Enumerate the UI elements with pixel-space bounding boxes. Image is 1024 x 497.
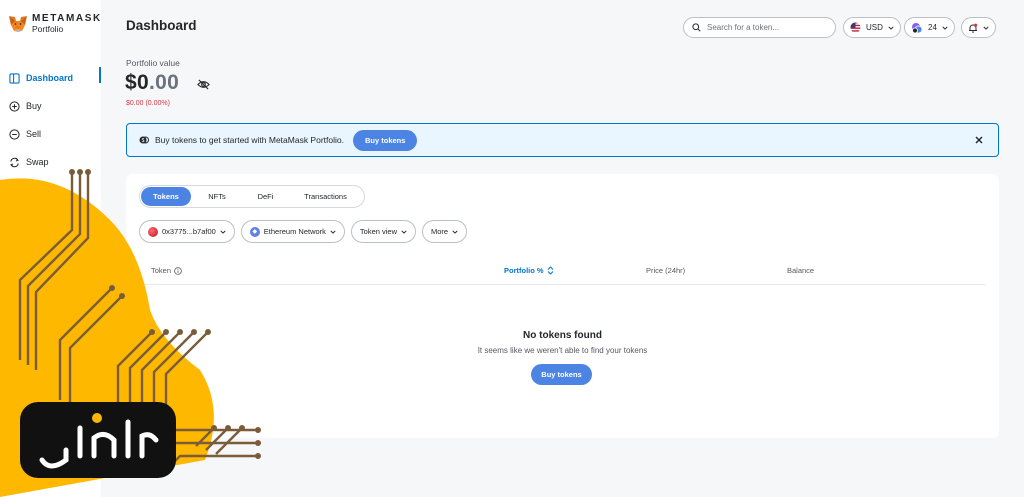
chevron-down-icon (220, 230, 226, 234)
filter-bar: 0x3775...b7af00 ◆ Ethereum Network Token… (139, 220, 468, 243)
sidebar-item-buy[interactable]: Buy (0, 92, 101, 120)
brand-name: METAMASK (32, 13, 102, 24)
bell-icon (969, 23, 978, 33)
portfolio-value-decimals: .00 (148, 71, 180, 94)
network-stack-icon (912, 22, 923, 33)
network-count: 24 (928, 23, 937, 32)
chevron-down-icon (888, 26, 894, 30)
info-icon[interactable] (174, 266, 182, 275)
coins-icon: $ (139, 136, 149, 144)
swap-icon (10, 157, 19, 167)
portfolio-value: $0.00 (125, 71, 179, 95)
currency-label: USD (866, 23, 883, 32)
tab-nfts[interactable]: NFTs (191, 187, 243, 206)
dashboard-icon (9, 72, 20, 84)
sidebar-item-bridge[interactable]: Bridge (0, 176, 101, 204)
search-icon (692, 23, 701, 32)
sidebar-nav: Dashboard Buy Sell Swap Bridge (0, 64, 101, 204)
empty-state-subtitle: It seems like we weren't able to find yo… (477, 346, 648, 355)
sidebar-item-label: Bridge (26, 185, 53, 195)
token-search[interactable] (683, 17, 836, 38)
column-price[interactable]: Price (24hr) (646, 266, 685, 275)
currency-selector[interactable]: USD (843, 17, 901, 38)
empty-buy-tokens-button[interactable]: Buy tokens (531, 364, 592, 385)
ethereum-icon: ◆ (249, 226, 260, 237)
chevron-down-icon (330, 230, 336, 234)
column-portfolio-label: Portfolio % (504, 266, 544, 275)
tab-tokens[interactable]: Tokens (141, 187, 191, 206)
portfolio-value-label: Portfolio value (126, 58, 180, 68)
account-filter[interactable]: 0x3775...b7af00 (139, 220, 235, 243)
banner-buy-tokens-button[interactable]: Buy tokens (352, 129, 418, 151)
chevron-down-icon (452, 230, 458, 234)
us-flag-icon (850, 22, 861, 33)
portfolio-value-main: $0 (125, 71, 149, 94)
portfolio-change: $0.00 (0.00%) (126, 100, 170, 107)
banner-text: Buy tokens to get started with MetaMask … (155, 135, 344, 145)
column-balance[interactable]: Balance (787, 266, 814, 275)
brand-logo[interactable]: METAMASK Portfolio (8, 14, 102, 34)
table-header: Token Portfolio % Price (24hr) Balance (140, 263, 986, 285)
assets-card: Tokens NFTs DeFi Transactions 0x3775...b… (126, 174, 999, 438)
sidebar-item-swap[interactable]: Swap (0, 148, 101, 176)
sidebar-item-dashboard[interactable]: Dashboard (0, 64, 101, 92)
notifications-button[interactable] (961, 17, 996, 38)
column-portfolio-percent[interactable]: Portfolio % (504, 266, 554, 275)
sidebar-item-label: Sell (26, 129, 42, 139)
empty-state-title: No tokens found (523, 330, 602, 341)
sidebar-item-sell[interactable]: Sell (0, 120, 101, 148)
brand-subtitle: Portfolio (32, 24, 64, 34)
column-price-label: Price (24hr) (646, 266, 686, 275)
metamask-fox-icon (9, 15, 27, 32)
sidebar-item-label: Swap (26, 157, 49, 167)
token-view-label: Token view (359, 227, 398, 236)
chevron-down-icon (983, 26, 989, 30)
asset-tabs: Tokens NFTs DeFi Transactions (139, 185, 365, 208)
column-balance-label: Balance (787, 266, 815, 275)
chevron-down-icon (401, 230, 407, 234)
bridge-icon (9, 189, 20, 194)
sidebar-item-label: Dashboard (26, 73, 74, 83)
tab-defi[interactable]: DeFi (243, 187, 288, 206)
more-filter[interactable]: More (422, 220, 468, 243)
column-token[interactable]: Token (151, 266, 182, 275)
account-avatar (148, 226, 158, 237)
column-token-label: Token (151, 266, 172, 275)
account-address: 0x3775...b7af00 (162, 227, 216, 236)
more-label: More (431, 227, 449, 236)
token-view-filter[interactable]: Token view (350, 220, 417, 243)
chevron-down-icon (942, 26, 948, 30)
tab-transactions[interactable]: Transactions (288, 187, 363, 206)
minus-circle-icon (9, 128, 20, 140)
search-input[interactable] (707, 23, 827, 32)
svg-text:$: $ (142, 138, 145, 144)
hide-balance-icon[interactable] (197, 78, 210, 91)
sort-icon (547, 266, 553, 275)
plus-circle-icon (9, 100, 20, 112)
buy-tokens-banner: $ Buy tokens to get started with MetaMas… (126, 123, 999, 157)
close-icon[interactable] (974, 135, 984, 145)
sidebar-item-label: Buy (26, 101, 42, 111)
sidebar: METAMASK Portfolio Dashboard Buy Sell Sw… (0, 0, 101, 497)
network-filter-label: Ethereum Network (263, 227, 326, 236)
network-selector[interactable]: 24 (904, 17, 955, 38)
page-title: Dashboard (126, 18, 197, 33)
network-filter[interactable]: ◆ Ethereum Network (240, 220, 345, 243)
